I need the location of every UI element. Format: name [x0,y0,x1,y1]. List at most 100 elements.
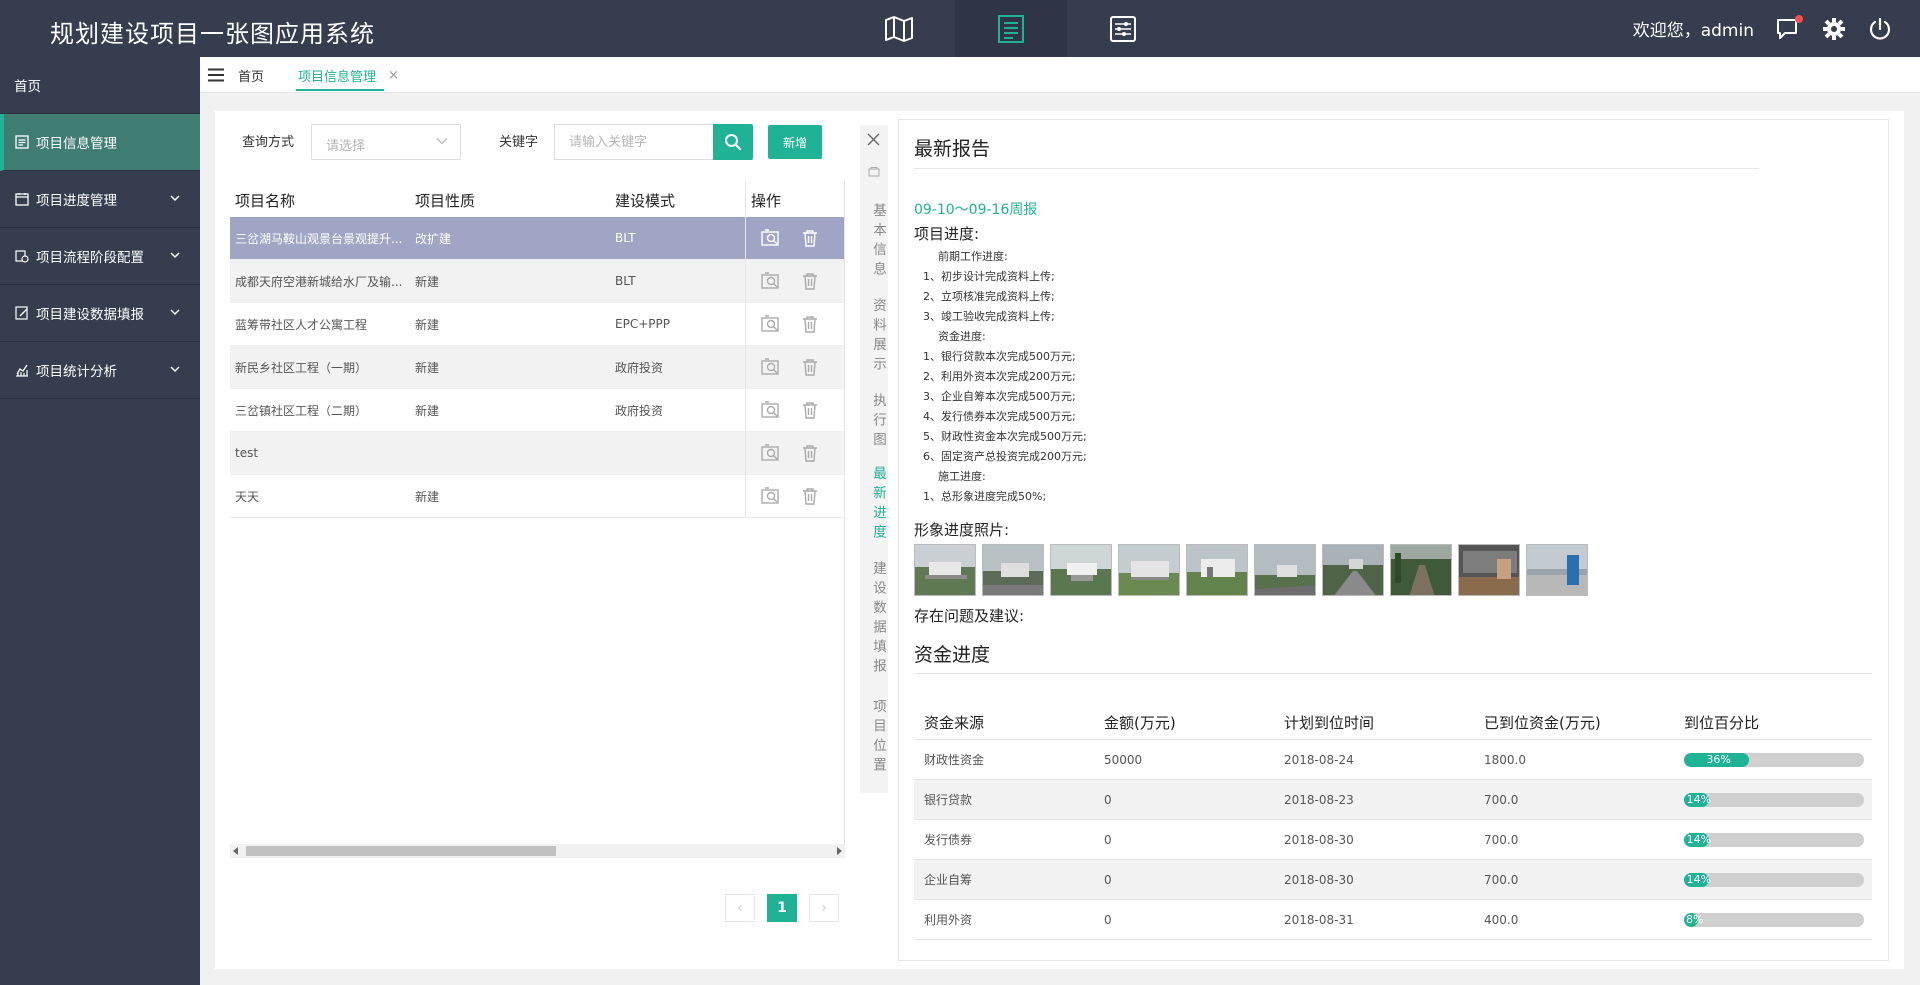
query-method-select[interactable]: 请选择 [311,124,461,160]
table-row: 企业自筹 0 2018-08-30 700.0 14% [914,860,1872,900]
progress-bar: 8% [1684,912,1864,927]
page-button-current[interactable]: 1 [767,894,797,922]
progress-section-title: 项目进度: [914,225,980,243]
funds-table: 资金来源 金额(万元) 计划到位时间 已到位资金(万元) 到位百分比 财政性资金… [914,705,1872,940]
view-detail-icon[interactable] [761,272,781,290]
sidebar-item-stage-config[interactable]: 项目流程阶段配置 [0,228,200,285]
table-row[interactable]: 新民乡社区工程（一期） 新建 政府投资 [230,345,844,389]
scroll-right-icon[interactable] [836,847,842,855]
table-row[interactable]: 成都天府空港新城给水厂及输... 新建 BLT [230,259,844,303]
sidebar-item-label: 项目进度管理 [36,193,117,209]
progress-photo[interactable] [1254,544,1316,596]
view-detail-icon[interactable] [761,487,781,505]
delete-icon[interactable] [801,487,819,505]
view-detail-icon[interactable] [761,229,781,247]
project-nature-cell: 新建 [415,274,440,289]
scroll-left-icon[interactable] [233,847,239,855]
progress-photo[interactable] [1458,544,1520,596]
progress-photo[interactable] [1118,544,1180,596]
tab-latest-progress[interactable]: 最新进度 [860,466,888,544]
prev-page-button[interactable]: ‹ [725,894,755,922]
delete-icon[interactable] [801,229,819,247]
progress-label: 8% [1686,912,1704,926]
scrollbar-thumb[interactable] [246,846,556,856]
progress-photo[interactable] [914,544,976,596]
delete-icon[interactable] [801,272,819,290]
progress-bar: 36% [1684,752,1864,767]
progress-photo[interactable] [1526,544,1588,596]
tab-project-location[interactable]: 项目位置 [860,699,888,777]
sidebar-item-data-fill[interactable]: 项目建设数据填报 [0,285,200,342]
table-row[interactable]: 三岔湖马鞍山观景台景观提升... 改扩建 BLT [230,216,844,260]
column-header: 到位百分比 [1684,713,1760,732]
power-icon[interactable] [1868,17,1892,41]
fund-percent-cell: 36% [1674,752,1872,767]
report-line: 5、财政性资金本次完成500万元; [923,430,1087,443]
delete-icon[interactable] [801,444,819,462]
gear-icon[interactable] [1822,17,1846,41]
table-row[interactable]: test [230,431,844,475]
close-icon[interactable] [867,133,880,146]
fund-source-cell: 银行贷款 [924,793,973,807]
weekly-report-link[interactable]: 09-10～09-16周报 [914,199,1037,219]
table-row[interactable]: 三岔镇社区工程（二期） 新建 政府投资 [230,388,844,432]
table-row[interactable]: 天天 新建 [230,474,844,518]
next-page-button[interactable]: › [809,894,839,922]
table-header: 资金来源 金额(万元) 计划到位时间 已到位资金(万元) 到位百分比 [914,705,1872,740]
project-name-cell: 三岔湖马鞍山观景台景观提升... [235,231,403,246]
nav-settings-button[interactable] [1067,0,1179,57]
tab-project-info[interactable]: 项目信息管理 [298,66,376,85]
photos-section-title: 形象进度照片: [914,521,1010,539]
project-nature-cell: 新建 [415,489,440,504]
sidebar-item-progress[interactable]: 项目进度管理 [0,171,200,228]
search-icon [725,134,742,151]
delete-icon[interactable] [801,315,819,333]
nav-project-list-button[interactable] [955,0,1067,57]
sidebar-item-statistics[interactable]: 项目统计分析 [0,342,200,399]
progress-photos [914,544,1588,596]
menu-toggle-icon[interactable] [207,68,225,82]
fund-date-cell: 2018-08-30 [1284,872,1354,887]
build-mode-cell: BLT [615,274,636,288]
column-header: 项目性质 [415,192,476,210]
operations-cell [745,216,844,260]
tab-close-icon[interactable]: × [388,68,399,83]
sidebar-item-project-info[interactable]: 项目信息管理 [0,114,200,171]
add-button[interactable]: 新增 [768,125,822,159]
progress-photo[interactable] [1186,544,1248,596]
progress-photo[interactable] [1050,544,1112,596]
view-detail-icon[interactable] [761,444,781,462]
operations-cell [745,431,844,475]
delete-icon[interactable] [801,358,819,376]
tab-execution-chart[interactable]: 执行图 [860,393,888,452]
view-detail-icon[interactable] [761,315,781,333]
column-header: 建设模式 [615,192,676,210]
column-header: 项目名称 [235,192,296,210]
table-row[interactable]: 蓝筹带社区人才公寓工程 新建 EPC+PPP [230,302,844,346]
sidebar-item-label: 项目信息管理 [36,136,117,152]
view-detail-icon[interactable] [761,358,781,376]
progress-photo[interactable] [1322,544,1384,596]
message-button[interactable] [1776,14,1803,40]
progress-photo[interactable] [982,544,1044,596]
tab-documents[interactable]: 资料展示 [860,298,888,376]
tab-home[interactable]: 首页 [238,66,264,85]
search-button[interactable] [713,124,753,160]
print-icon[interactable] [868,167,880,177]
nav-map-button[interactable] [843,0,955,57]
keyword-input[interactable] [554,124,714,160]
view-detail-icon[interactable] [761,401,781,419]
horizontal-scrollbar[interactable] [230,844,845,858]
table-row: 财政性资金 50000 2018-08-24 1800.0 36% [914,740,1872,780]
project-name-cell: 新民乡社区工程（一期） [235,360,368,375]
fund-amount-cell: 50000 [1104,752,1143,767]
delete-icon[interactable] [801,401,819,419]
report-line: 施工进度: [938,470,986,483]
sidebar-item-home[interactable]: 首页 [0,57,200,114]
pagination: ‹ 1 › [725,894,839,922]
tab-construction-data[interactable]: 建设数据填报 [860,561,888,678]
fund-percent-cell: 14% [1674,792,1872,807]
progress-photo[interactable] [1390,544,1452,596]
tab-basic-info[interactable]: 基本信息 [860,203,888,281]
project-name-cell: 蓝筹带社区人才公寓工程 [235,317,368,332]
